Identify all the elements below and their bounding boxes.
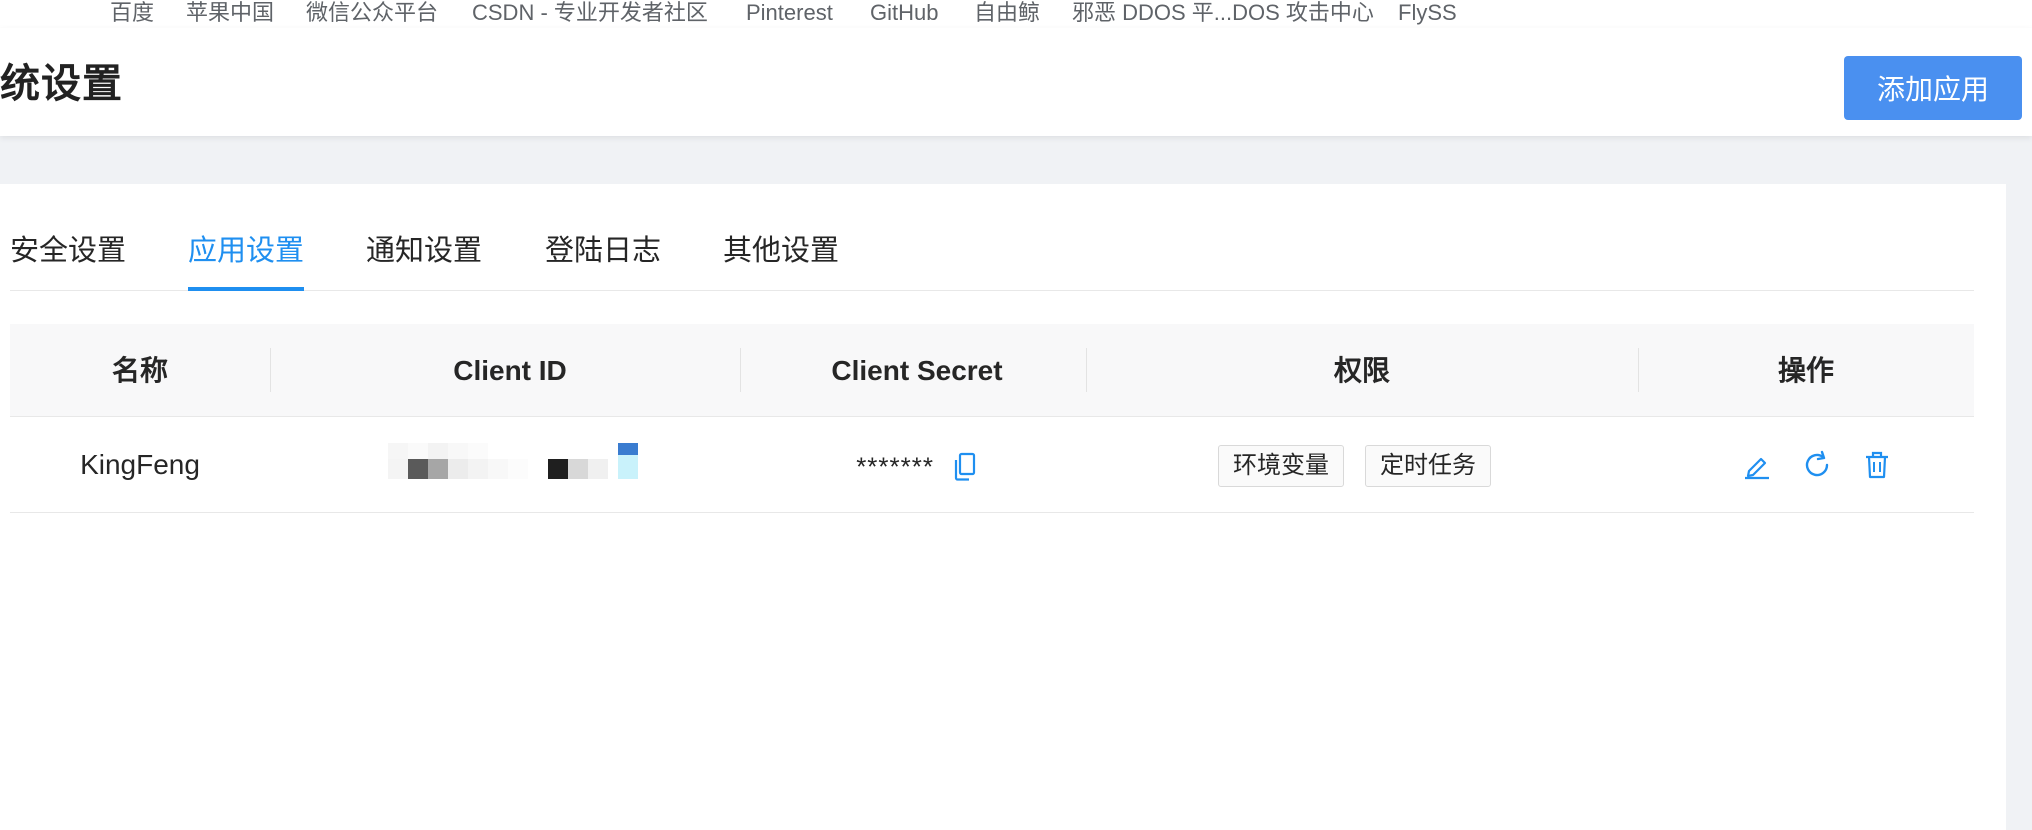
bookmark-ziyoujing[interactable]: 自由鲸 (974, 0, 1040, 26)
column-header-client-secret: Client Secret (831, 355, 1003, 386)
table-row: KingFeng ******* 环境变量 定时任务 (10, 417, 1974, 513)
add-app-button[interactable]: 添加应用 (1844, 56, 2022, 120)
page-title: 统设置 (0, 62, 123, 106)
bookmark-csdn[interactable]: CSDN - 专业开发者社区 (472, 0, 708, 26)
client-secret-masked: ******* (856, 451, 935, 482)
edit-icon[interactable] (1742, 450, 1772, 480)
tab-other-settings[interactable]: 其他设置 (723, 229, 839, 291)
bookmark-flyss[interactable]: FlySS (1398, 0, 1457, 26)
app-name-cell: KingFeng (80, 449, 200, 480)
bookmark-github[interactable]: GitHub (870, 0, 938, 26)
copy-icon[interactable] (952, 452, 978, 482)
settings-tabs: 安全设置 应用设置 通知设置 登陆日志 其他设置 (10, 229, 1974, 291)
bookmark-ddos[interactable]: 邪恶 DDOS 平...DOS 攻击中心 (1072, 0, 1374, 26)
refresh-icon[interactable] (1802, 450, 1832, 480)
permission-tag-cron: 定时任务 (1365, 445, 1491, 487)
permission-tag-env: 环境变量 (1218, 445, 1344, 487)
bookmark-wechat-mp[interactable]: 微信公众平台 (306, 0, 438, 26)
table-header: 名称 Client ID Client Secret 权限 操作 (10, 324, 1974, 417)
column-header-permissions: 权限 (1333, 355, 1390, 386)
column-header-actions: 操作 (1777, 355, 1834, 386)
bookmark-pinterest[interactable]: Pinterest (746, 0, 833, 26)
bookmarks-bar: 百度 苹果中国 微信公众平台 CSDN - 专业开发者社区 Pinterest … (0, 0, 2032, 28)
client-secret-cell: ******* (740, 417, 1094, 513)
apps-table: 名称 Client ID Client Secret 权限 操作 KingFen… (10, 324, 1974, 513)
bookmark-apple-china[interactable]: 苹果中国 (186, 0, 274, 26)
page-header: 统设置 添加应用 (0, 28, 2032, 136)
trash-icon[interactable] (1862, 450, 1892, 480)
bookmark-baidu[interactable]: 百度 (110, 0, 154, 26)
tab-security-settings[interactable]: 安全设置 (10, 229, 126, 291)
tab-notification-settings[interactable]: 通知设置 (366, 229, 482, 291)
column-header-name: 名称 (111, 355, 168, 386)
settings-panel: 安全设置 应用设置 通知设置 登陆日志 其他设置 名称 Client ID Cl… (0, 184, 2006, 830)
tab-login-log[interactable]: 登陆日志 (545, 229, 661, 291)
tab-app-settings[interactable]: 应用设置 (188, 229, 305, 291)
column-header-client-id: Client ID (453, 355, 567, 386)
